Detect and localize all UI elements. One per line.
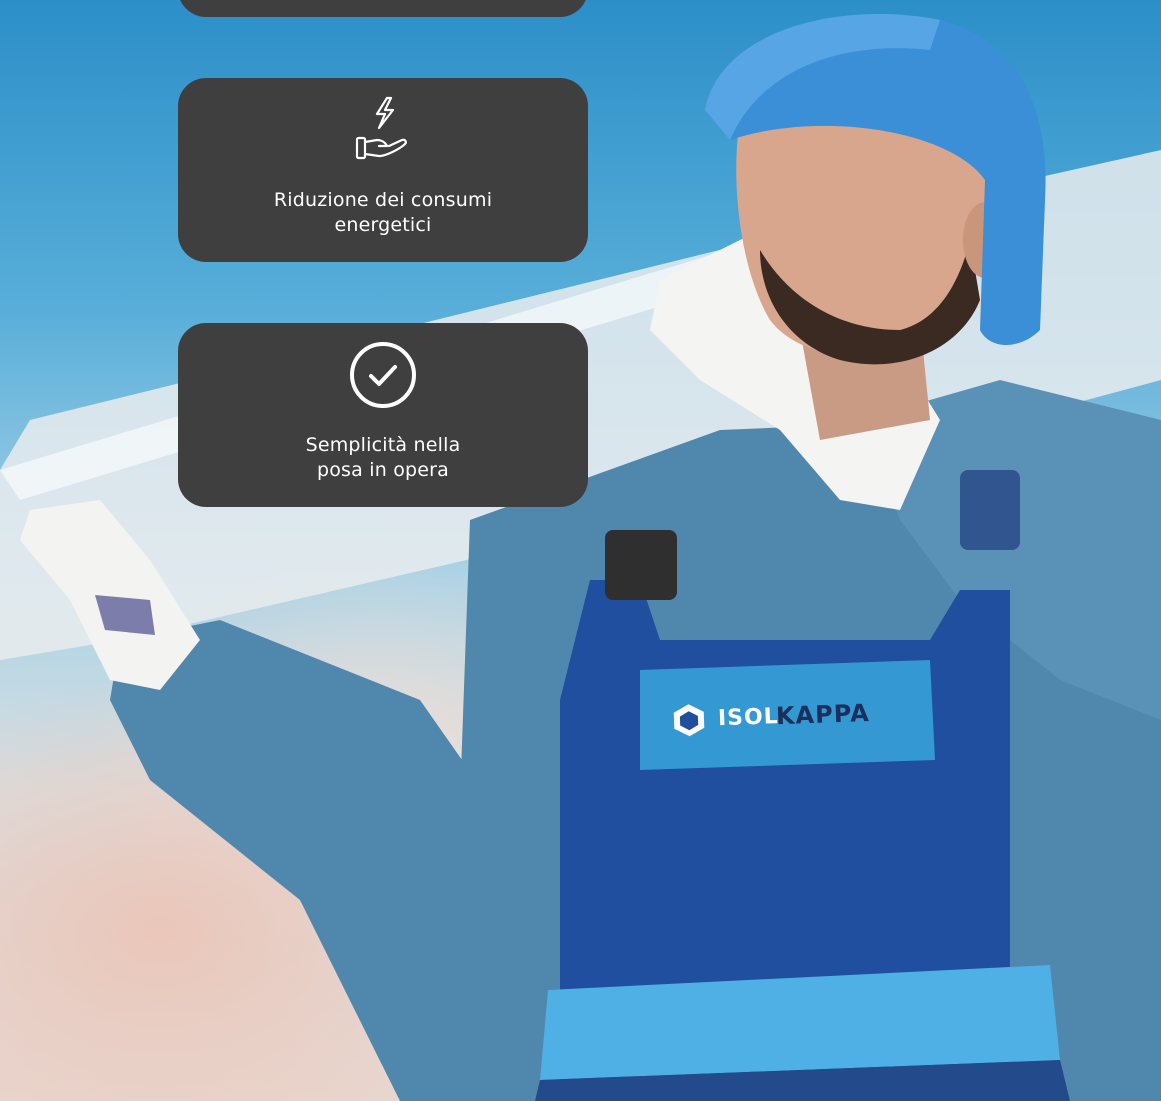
brand-logo: ISOL KAPPA [671, 694, 892, 742]
feature-card-easy-installation-label: Semplicità nella posa in opera [305, 434, 461, 481]
brand-logo-text-kappa: KAPPA [775, 698, 871, 731]
energy-saving-hand-icon [355, 96, 407, 160]
feature-card-easy-installation: Semplicità nella posa in opera [178, 323, 588, 507]
brand-logo-text-isol: ISOL [717, 704, 780, 732]
feature-card-energy-saving-label: Riduzione dei consumi energetici [273, 189, 493, 236]
feature-card-top-partial [178, 0, 588, 17]
brand-logo-icon [673, 704, 705, 737]
check-circle-icon [350, 342, 416, 408]
feature-card-energy-saving: Riduzione dei consumi energetici [178, 78, 588, 262]
